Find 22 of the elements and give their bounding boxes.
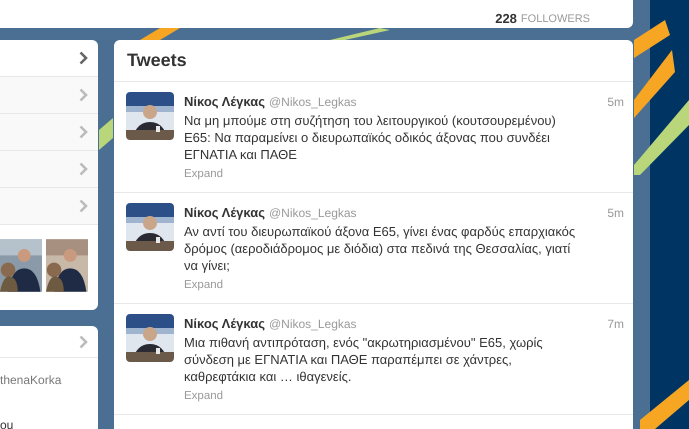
followers-count[interactable]: 228 — [495, 12, 517, 25]
author-name[interactable]: Νίκος Λέγκας — [184, 203, 265, 222]
tweet-text: Μια πιθανή αντιπρόταση, ενός "ακρωτηριασμένου" Ε65, χωρίς σύνδεση με ΕΓΝΑΤΙΑ και ΠΑΘΕ παραπέμπει σε χάντρες, καθρεφτάκια και … ιθαγενείς. — [184, 334, 544, 384]
tweet-time[interactable]: 5m — [607, 93, 624, 111]
expand-link[interactable]: Expand — [184, 388, 224, 405]
tweet-time[interactable]: 5m — [607, 204, 624, 222]
tweet-text: Να μη μπούμε στη συζήτηση του λειτουργικού (κουτσουρεμένου) Ε65: Να παραμείνει ο διευρωπαϊκός οδικός άξονας που συνδέει ΕΓΝΑΤΙΑ και ΠΑΘΕ — [184, 112, 557, 162]
author-handle[interactable]: @Nikos_Legkas — [268, 204, 357, 222]
tweets-title: Tweets — [127, 49, 187, 72]
author-name[interactable]: Νίκος Λέγκας — [184, 314, 265, 334]
stripe-shape — [640, 380, 689, 429]
followers-label[interactable]: FOLLOWERS — [520, 14, 590, 25]
account-text: ou — [0, 417, 14, 429]
tweet-time[interactable]: 7m — [607, 315, 624, 333]
author-handle[interactable]: @Nikos_Legkas — [268, 315, 357, 333]
author-name[interactable]: Νίκος Λέγκας — [184, 92, 265, 112]
author-handle[interactable]: @Nikos_Legkas — [268, 93, 357, 111]
expand-link[interactable]: Expand — [184, 276, 224, 294]
tweet-text: Αν αντί του διευρωπαϊκού άξονα Ε65, γίνει ένας φαρδύς επαρχιακός δρόμος (αεροδιάδρομος με διόδια) στα πεδινά της Θεσσαλίας, γιατί να γίνει; — [184, 222, 576, 274]
account-handle[interactable]: thenaKorka — [0, 371, 98, 389]
expand-link[interactable]: Expand — [184, 166, 224, 183]
chevron-right-icon[interactable] — [79, 51, 88, 65]
